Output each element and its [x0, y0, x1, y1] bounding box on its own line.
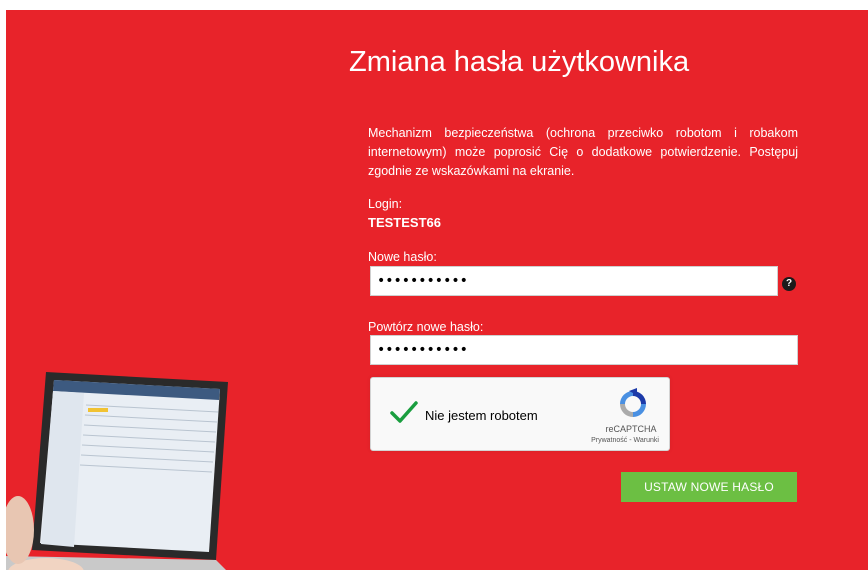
- page-title: Zmiana hasła użytkownika: [349, 46, 690, 78]
- login-label: Login:: [368, 197, 403, 211]
- repeat-password-label: Powtórz nowe hasło:: [368, 320, 484, 334]
- new-password-label: Nowe hasło:: [368, 250, 437, 264]
- recaptcha-label: Nie jestem robotem: [425, 408, 538, 423]
- recaptcha-terms-link[interactable]: Prywatność - Warunki: [579, 437, 671, 444]
- recaptcha-widget[interactable]: Nie jestem robotem reCAPTCHA Prywatność …: [370, 377, 670, 451]
- repeat-password-input[interactable]: [370, 335, 798, 365]
- recaptcha-brand: reCAPTCHA: [605, 424, 657, 434]
- checkmark-icon[interactable]: [389, 400, 419, 424]
- login-value: TESTEST66: [368, 215, 441, 230]
- security-description: Mechanizm bezpieczeństwa (ochrona przeci…: [368, 126, 798, 178]
- recaptcha-logo-icon: [620, 388, 646, 417]
- set-new-password-button[interactable]: USTAW NOWE HASŁO: [621, 472, 797, 502]
- new-password-input[interactable]: [370, 266, 778, 296]
- page-panel: Zmiana hasła użytkownika Mechanizm bezpi…: [6, 10, 868, 570]
- laptop-illustration: [6, 372, 228, 570]
- help-icon[interactable]: ?: [782, 277, 796, 291]
